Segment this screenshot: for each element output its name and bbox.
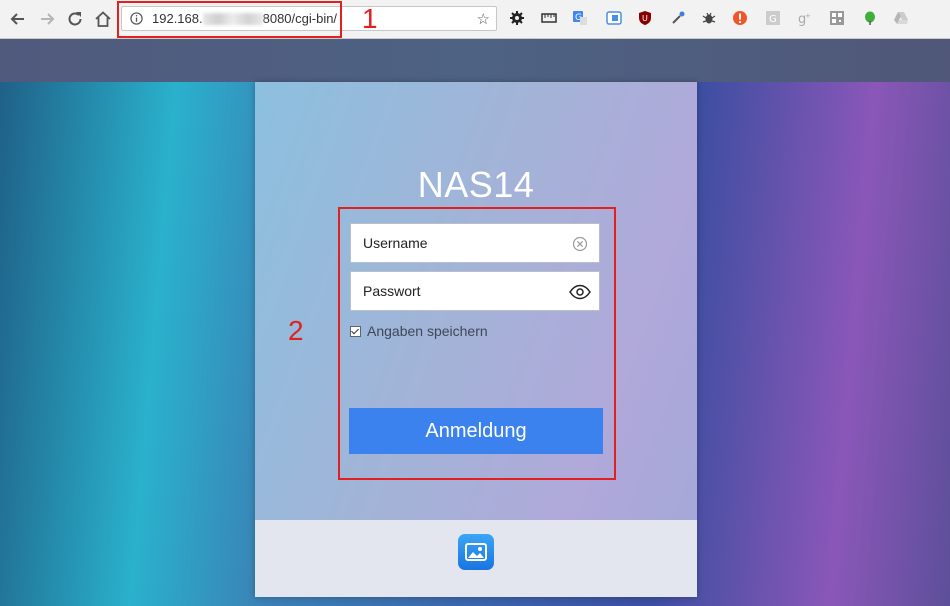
- evernote-icon[interactable]: [862, 10, 878, 26]
- annotation-label-2: 2: [288, 315, 304, 346]
- translate-icon[interactable]: G: [572, 10, 588, 26]
- back-icon[interactable]: [7, 8, 29, 30]
- eyedropper-icon[interactable]: [670, 10, 686, 26]
- bug-icon[interactable]: [701, 10, 717, 26]
- gear-icon[interactable]: [509, 10, 525, 26]
- extension-icon[interactable]: [606, 10, 622, 26]
- reload-icon[interactable]: [64, 8, 86, 30]
- annotation-label-1: 1: [362, 3, 378, 34]
- bookmark-star-icon[interactable]: ☆: [477, 10, 490, 28]
- ruler-icon[interactable]: [541, 10, 557, 26]
- forward-icon[interactable]: [36, 8, 58, 30]
- home-icon[interactable]: [92, 8, 114, 30]
- device-title: NAS14: [417, 164, 535, 205]
- card-footer: [255, 520, 697, 597]
- drive-icon[interactable]: [893, 10, 909, 26]
- ublock-icon[interactable]: U: [637, 10, 653, 26]
- grammarly-icon[interactable]: G: [765, 10, 781, 26]
- header-band: [0, 39, 950, 82]
- annotation-box-login-form: [338, 207, 616, 480]
- google-icon[interactable]: g+: [797, 10, 813, 26]
- svg-text:U: U: [642, 14, 648, 23]
- wallpaper-icon[interactable]: [458, 534, 494, 570]
- annotation-box-address-bar: [117, 1, 342, 38]
- svg-text:+: +: [805, 12, 811, 20]
- alert-icon[interactable]: [732, 10, 748, 26]
- qr-icon[interactable]: [829, 10, 845, 26]
- svg-text:G: G: [769, 14, 777, 25]
